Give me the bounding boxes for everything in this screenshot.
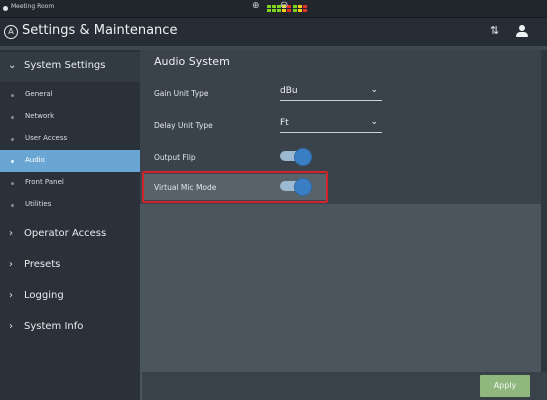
bullet-icon — [11, 160, 14, 163]
sidebar-item-label: Utilities — [25, 200, 52, 208]
bullet-icon — [11, 94, 14, 97]
sidebar-item-label: Operator Access — [24, 228, 107, 239]
gain-unit-select[interactable]: dBu ⌄ — [280, 85, 382, 101]
apply-button[interactable]: Apply — [480, 375, 530, 397]
sidebar-item-front-panel[interactable]: Front Panel — [0, 172, 140, 194]
delay-unit-value: Ft — [280, 118, 289, 128]
sidebar-item-label: Logging — [24, 290, 64, 301]
bullet-icon — [11, 138, 14, 141]
section-title: Audio System — [154, 55, 230, 68]
output-flip-toggle[interactable] — [280, 148, 312, 166]
output-level-meter — [293, 5, 307, 13]
chevron-right-icon: › — [9, 290, 13, 301]
sidebar-item-audio[interactable]: Audio — [0, 150, 140, 172]
sidebar-item-label: General — [25, 90, 53, 98]
sidebar-item-label: System Settings — [24, 60, 106, 71]
status-bar: Meeting Room ⊕ ⊖ — [0, 0, 547, 18]
sidebar-item-label: Front Panel — [25, 178, 64, 186]
sidebar-item-logging[interactable]: › Logging — [0, 282, 140, 312]
chevron-right-icon: › — [9, 321, 13, 332]
footer-bar: Apply — [142, 372, 547, 400]
chevron-right-icon: › — [9, 259, 13, 270]
delay-unit-label: Delay Unit Type — [154, 121, 213, 130]
sort-icon[interactable]: ⇅ — [490, 24, 499, 37]
sidebar-item-label: Network — [25, 112, 55, 120]
sidebar-item-operator-access[interactable]: › Operator Access — [0, 220, 140, 250]
page-title: Settings & Maintenance — [22, 23, 178, 38]
gain-unit-value: dBu — [280, 86, 298, 96]
main-content: Audio System Gain Unit Type dBu ⌄ Delay … — [140, 50, 547, 400]
chevron-right-icon: › — [9, 228, 13, 239]
highlight-box — [142, 171, 328, 203]
chevron-down-icon: ⌄ — [8, 60, 17, 71]
sidebar-item-label: User Access — [25, 134, 68, 142]
sidebar-item-utilities[interactable]: Utilities — [0, 194, 140, 216]
sidebar-item-user-access[interactable]: User Access — [0, 128, 140, 150]
chevron-down-icon: ⌄ — [370, 85, 378, 95]
gain-unit-label: Gain Unit Type — [154, 89, 209, 98]
sidebar-item-system-info[interactable]: › System Info — [0, 313, 140, 343]
output-flip-label: Output Flip — [154, 153, 196, 162]
output-icon: ⊖ — [280, 0, 289, 11]
chevron-down-icon: ⌄ — [370, 117, 378, 127]
status-dot-icon — [3, 6, 8, 11]
user-icon[interactable] — [515, 25, 529, 39]
sidebar-item-network[interactable]: Network — [0, 106, 140, 128]
sidebar-item-label: Audio — [25, 156, 45, 164]
bullet-icon — [11, 204, 14, 207]
input-icon: ⊕ — [252, 1, 260, 11]
bullet-icon — [11, 182, 14, 185]
title-bar: A Settings & Maintenance ⇅ — [0, 18, 547, 46]
sidebar-item-presets[interactable]: › Presets — [0, 251, 140, 281]
sidebar-item-general[interactable]: General — [0, 84, 140, 106]
sidebar-item-label: System Info — [24, 321, 84, 332]
sidebar-item-system-settings[interactable]: ⌄ System Settings — [0, 52, 140, 82]
sidebar: ⌄ System Settings General Network User A… — [0, 50, 140, 400]
sidebar-item-label: Presets — [24, 259, 61, 270]
scrollbar-track — [541, 50, 547, 400]
bullet-icon — [11, 116, 14, 119]
delay-unit-select[interactable]: Ft ⌄ — [280, 117, 382, 133]
audio-technica-logo-icon: A — [4, 25, 18, 39]
room-name: Meeting Room — [11, 3, 55, 10]
